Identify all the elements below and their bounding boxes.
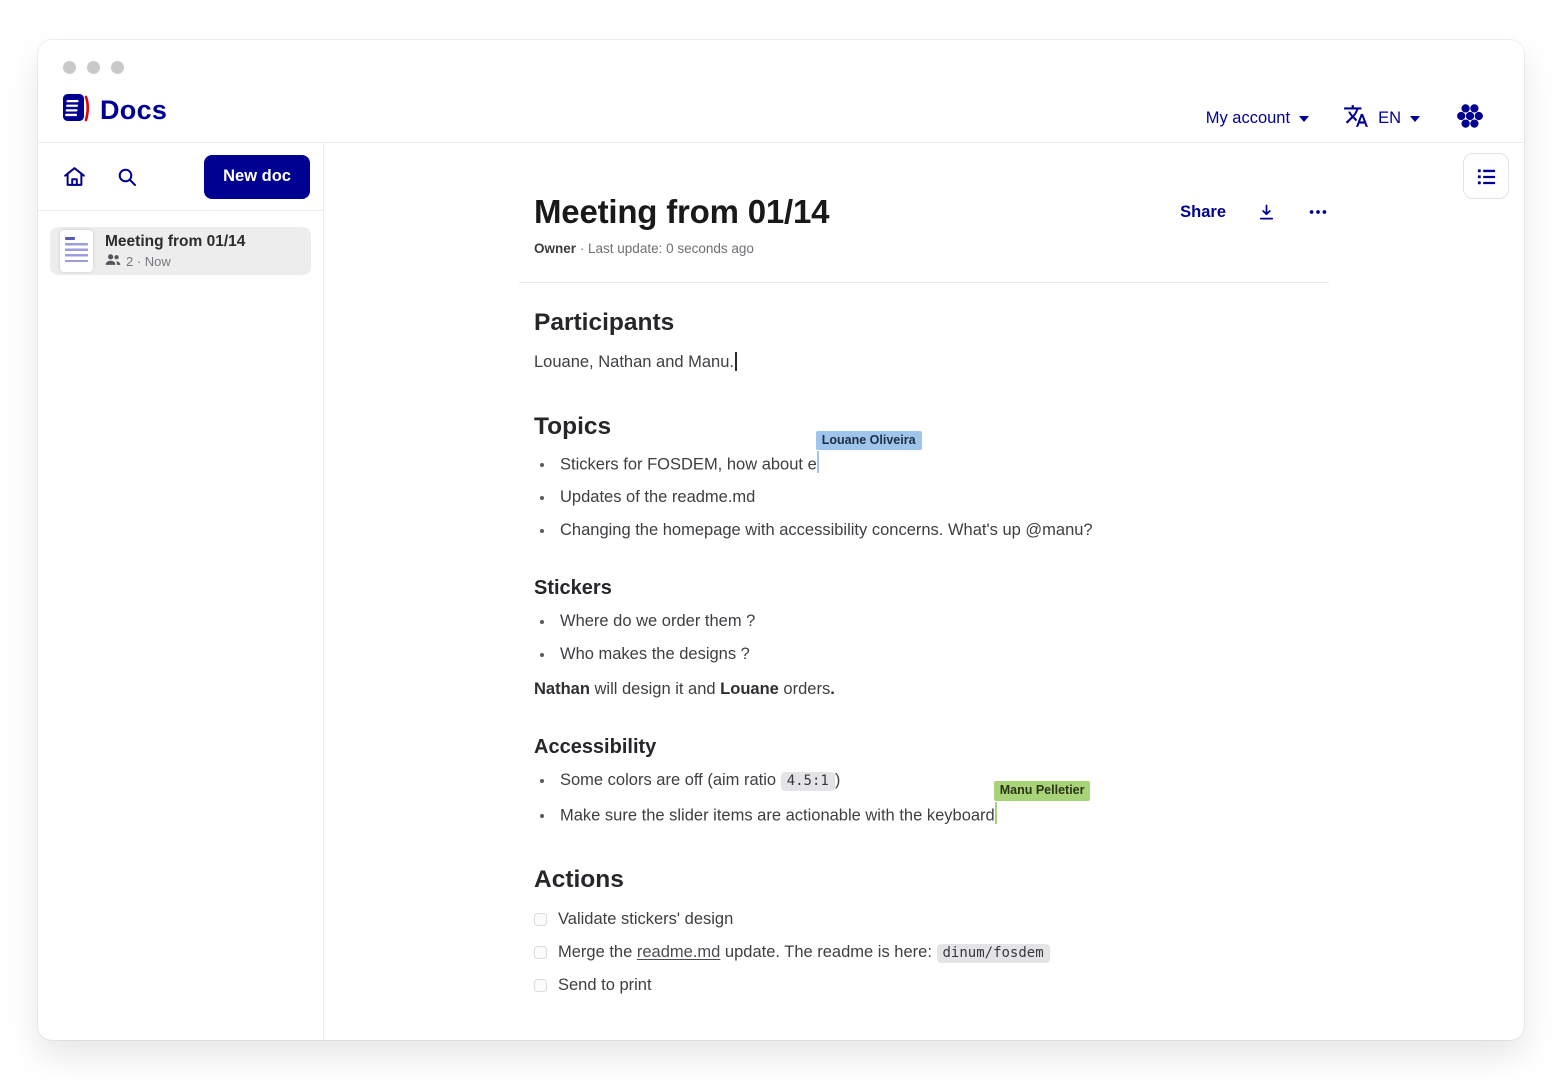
inline-code: dinum/fosdem [937,944,1050,963]
gaufre-apps-icon [1454,100,1486,137]
list-item: Where do we order them ? [555,610,1329,634]
stickers-bullet-2: Who makes the designs ? [560,645,750,663]
heading-topics: Topics [534,413,1329,441]
stickers-bullet-1: Where do we order them ? [560,612,755,630]
owner-badge: Owner [534,241,576,256]
list-item: Changing the homepage with accessibility… [555,519,1329,543]
topics-bullet-3: Changing the homepage with accessibility… [560,521,1093,539]
list-item: Make sure the slider items are actionabl… [555,802,1329,828]
list-item: Who makes the designs ? [555,643,1329,667]
topics-bullet-1: Stickers for FOSDEM, how about e [560,455,817,473]
list-item: Some colors are off (aim ratio 4.5:1) [555,769,1329,793]
todo-checkbox[interactable] [534,979,547,992]
inline-code: 4.5:1 [781,772,835,791]
doc-title[interactable]: Meeting from 01/14 [534,193,1180,231]
download-button[interactable] [1256,202,1277,223]
last-update-label: · Last update: 0 seconds ago [580,241,754,256]
app-launcher-button[interactable] [1454,100,1486,137]
text-caret [735,352,737,371]
doc-toolbar: Share [1180,201,1329,223]
editor-content[interactable]: Participants Louane, Nathan and Manu. To… [534,309,1329,1039]
more-options-button[interactable] [1307,201,1329,223]
window-header: Docs My account EN [38,40,1524,143]
header-actions: My account EN [1206,96,1486,140]
collab-cursor-label: Louane Oliveira [816,431,922,450]
sidebar: New doc Meeting from 01/14 [38,143,324,1039]
heading-stickers: Stickers [534,577,1329,600]
main-panel: Meeting from 01/14 Share [324,143,1524,1039]
window-dot-icon [63,61,76,74]
app-window: Docs My account EN [38,40,1524,1040]
sidebar-doc-title: Meeting from 01/14 [105,232,245,251]
topics-list: Stickers for FOSDEM, how about eLouane O… [534,451,1329,543]
chevron-down-icon [1299,116,1309,122]
todo-checkbox[interactable] [534,946,547,959]
accessibility-list: Some colors are off (aim ratio 4.5:1) Ma… [534,769,1329,828]
todo-label: Validate stickers' design [558,908,733,932]
document: Meeting from 01/14 Share [534,143,1329,1039]
list-item: Updates of the readme.md [555,486,1329,510]
my-account-menu[interactable]: My account [1206,109,1309,128]
todo-label: Merge the readme.md update. The readme i… [558,941,1050,965]
search-button[interactable] [115,165,139,189]
table-of-contents-button[interactable] [1463,153,1509,199]
topics-bullet-2: Updates of the readme.md [560,488,755,506]
docs-book-icon [62,92,90,129]
language-selector[interactable]: EN [1343,103,1420,134]
heading-next-meeting: Next meeting [534,1036,1329,1039]
stickers-list: Where do we order them ? Who makes the d… [534,610,1329,667]
chevron-down-icon [1410,116,1420,122]
heading-accessibility: Accessibility [534,736,1329,759]
language-label: EN [1378,109,1401,128]
todo-item: Send to print [534,974,1329,998]
collab-cursor-manu: Manu Pelletier [995,802,997,824]
sidebar-doc-meta: 2 · Now [126,254,171,270]
todo-checkbox[interactable] [534,913,547,926]
window-controls [63,61,124,74]
todo-item: Validate stickers' design [534,908,1329,932]
users-icon [105,253,121,270]
list-item: Stickers for FOSDEM, how about eLouane O… [555,451,1329,477]
readme-link[interactable]: readme.md [637,943,720,961]
new-doc-button[interactable]: New doc [204,155,310,199]
share-button[interactable]: Share [1180,203,1226,222]
heading-participants: Participants [534,309,1329,337]
translate-icon [1343,103,1369,134]
sidebar-doc-item[interactable]: Meeting from 01/14 2 · Now [50,227,311,275]
sidebar-toolbar: New doc [38,143,323,211]
doc-meta: Owner · Last update: 0 seconds ago [534,241,1329,256]
todo-list: Validate stickers' design Merge the read… [534,908,1329,998]
collab-cursor-louane: Louane Oliveira [817,451,819,473]
home-button[interactable] [62,164,87,189]
window-dot-icon [87,61,100,74]
todo-label: Send to print [558,974,652,998]
heading-actions: Actions [534,866,1329,894]
collab-cursor-label: Manu Pelletier [994,781,1091,800]
participants-text: Louane, Nathan and Manu. [534,353,734,371]
todo-item: Merge the readme.md update. The readme i… [534,941,1329,965]
stickers-note: Nathan will design it and Louane orders. [534,678,1329,702]
accessibility-bullet-2: Make sure the slider items are actionabl… [560,806,995,824]
my-account-label: My account [1206,109,1290,128]
doc-thumbnail-icon [60,230,93,272]
title-divider [519,282,1329,283]
app-logo[interactable]: Docs [62,92,167,129]
window-dot-icon [111,61,124,74]
app-title: Docs [100,95,167,126]
